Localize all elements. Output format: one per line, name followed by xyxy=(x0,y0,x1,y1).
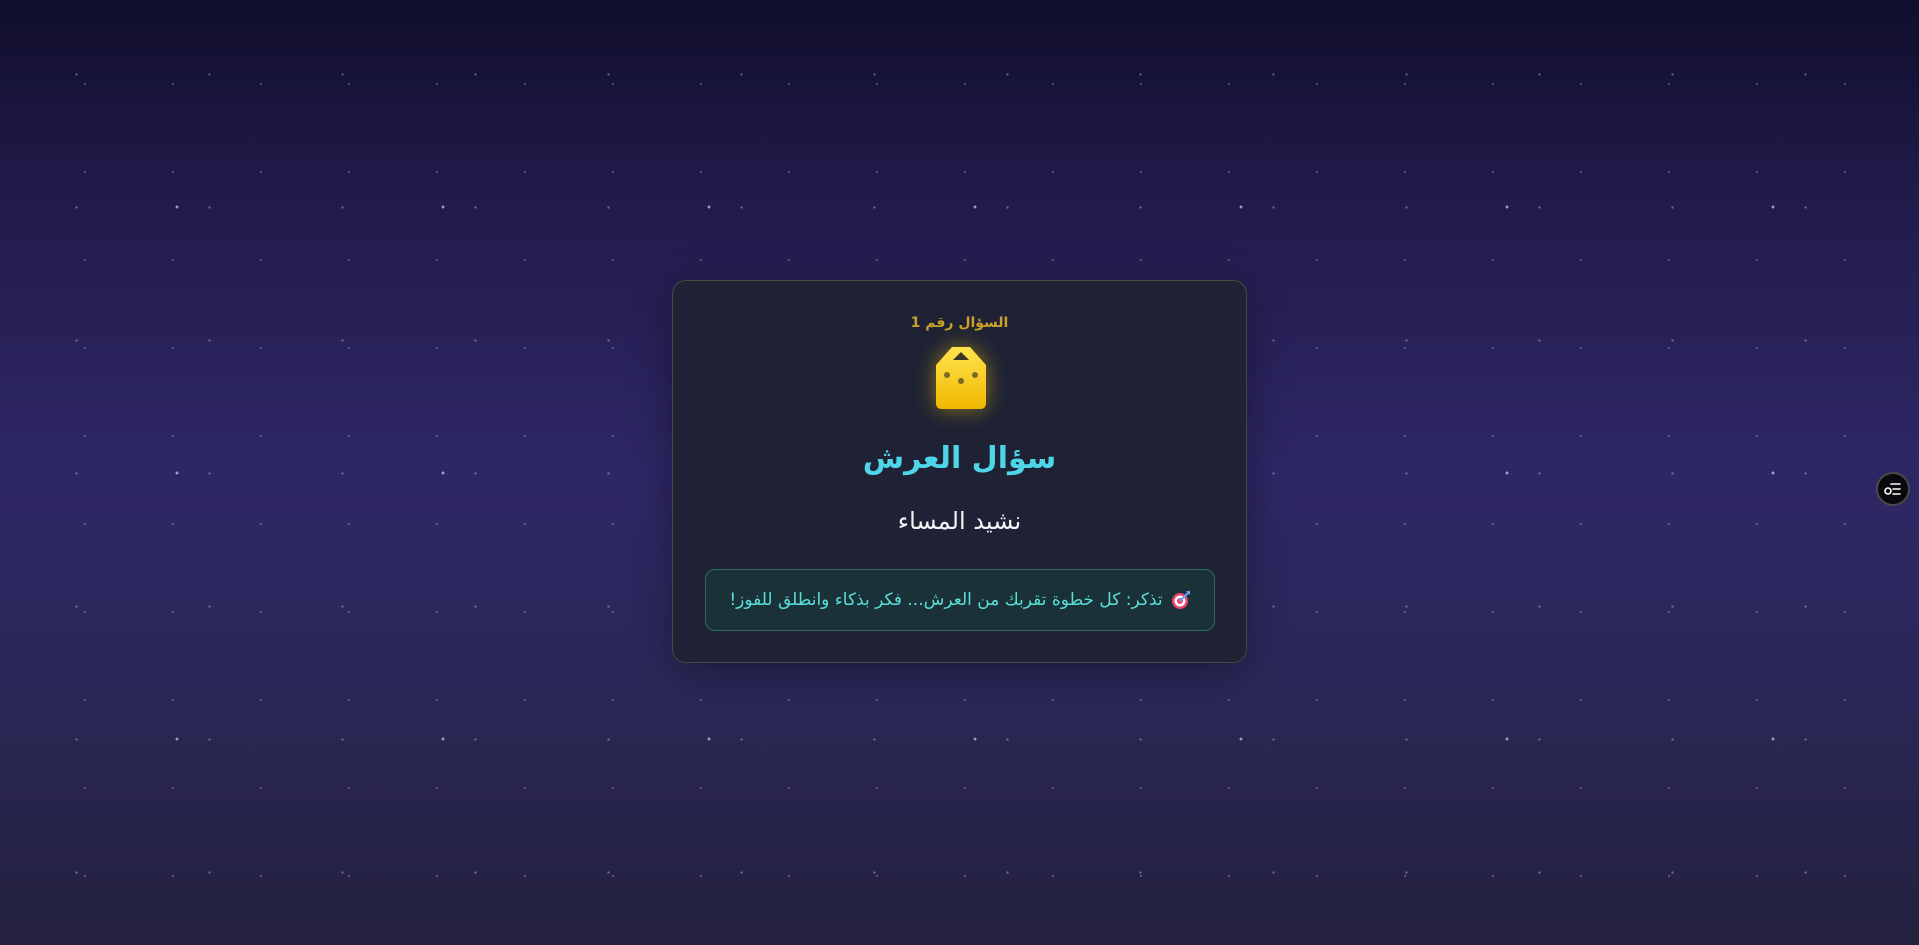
question-card: السؤال رقم 1 سؤال العرش نشيد المساء تذكر… xyxy=(672,280,1247,663)
question-title: سؤال العرش xyxy=(862,441,1057,476)
lock-icon xyxy=(936,347,986,409)
question-subtitle: نشيد المساء xyxy=(897,507,1022,535)
question-number: السؤال رقم 1 xyxy=(910,315,1009,331)
settings-list-icon xyxy=(1884,483,1901,495)
settings-toggle-button[interactable] xyxy=(1876,472,1910,506)
target-icon xyxy=(1171,591,1190,609)
hint-text: تذكر: كل خطوة تقربك من العرش... فكر بذكا… xyxy=(729,590,1163,610)
hint-box: تذكر: كل خطوة تقربك من العرش... فكر بذكا… xyxy=(705,569,1215,631)
